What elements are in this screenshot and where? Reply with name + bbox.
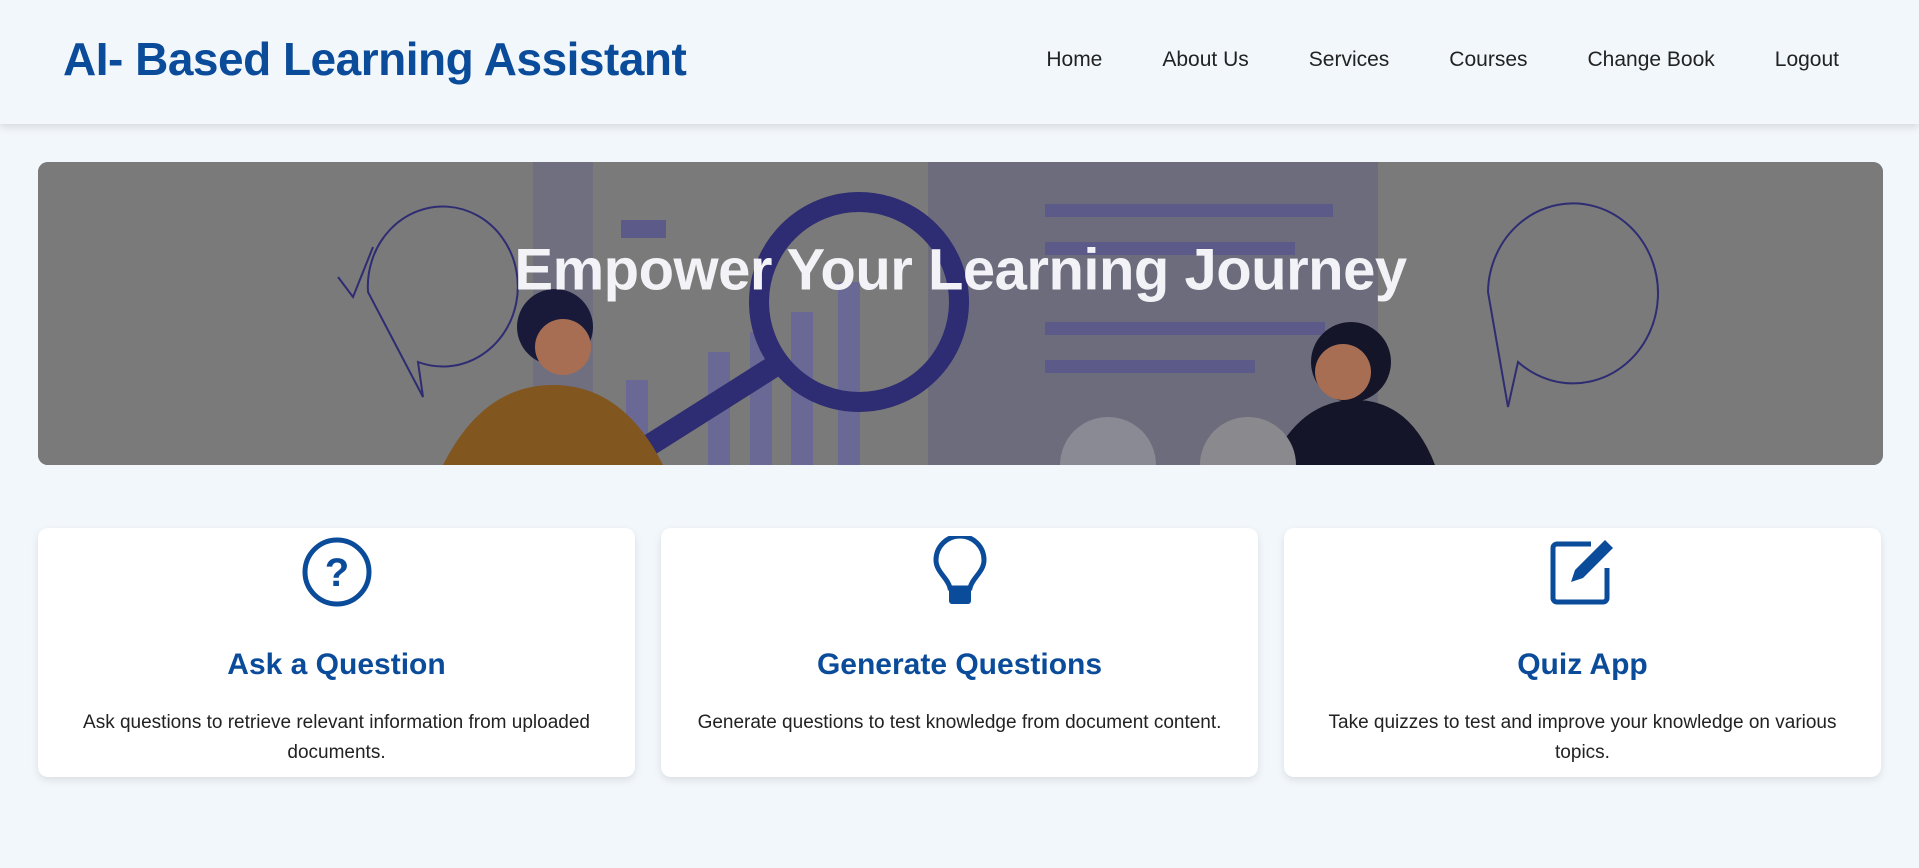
card-ask-question[interactable]: ? Ask a Question Ask questions to retrie… — [38, 528, 635, 777]
card-title: Ask a Question — [227, 648, 446, 681]
question-circle-icon: ? — [38, 536, 635, 608]
main-nav: Home About Us Services Courses Change Bo… — [986, 48, 1839, 72]
edit-icon — [1284, 536, 1881, 608]
nav-change-book[interactable]: Change Book — [1588, 48, 1715, 72]
site-title[interactable]: AI- Based Learning Assistant — [63, 32, 687, 86]
card-title: Quiz App — [1517, 648, 1648, 681]
card-title: Generate Questions — [816, 648, 1103, 681]
header: AI- Based Learning Assistant Home About … — [0, 0, 1919, 124]
svg-text:?: ? — [324, 551, 348, 595]
nav-home[interactable]: Home — [1046, 48, 1102, 72]
nav-logout[interactable]: Logout — [1775, 48, 1839, 72]
nav-courses[interactable]: Courses — [1449, 48, 1527, 72]
hero-illustration — [38, 162, 1883, 465]
nav-services[interactable]: Services — [1309, 48, 1390, 72]
card-description: Ask questions to retrieve relevant infor… — [83, 712, 590, 763]
nav-about-us[interactable]: About Us — [1162, 48, 1248, 72]
card-description: Generate questions to test knowledge fro… — [697, 712, 1222, 733]
lightbulb-icon — [661, 536, 1258, 608]
card-description: Take quizzes to test and improve your kn… — [1328, 712, 1837, 763]
hero-title: Empower Your Learning Journey — [514, 237, 1407, 303]
card-quiz-app[interactable]: Quiz App Take quizzes to test and improv… — [1284, 528, 1881, 777]
hero-banner: Empower Your Learning Journey — [38, 162, 1883, 465]
card-generate-questions[interactable]: Generate Questions Generate questions to… — [661, 528, 1258, 777]
